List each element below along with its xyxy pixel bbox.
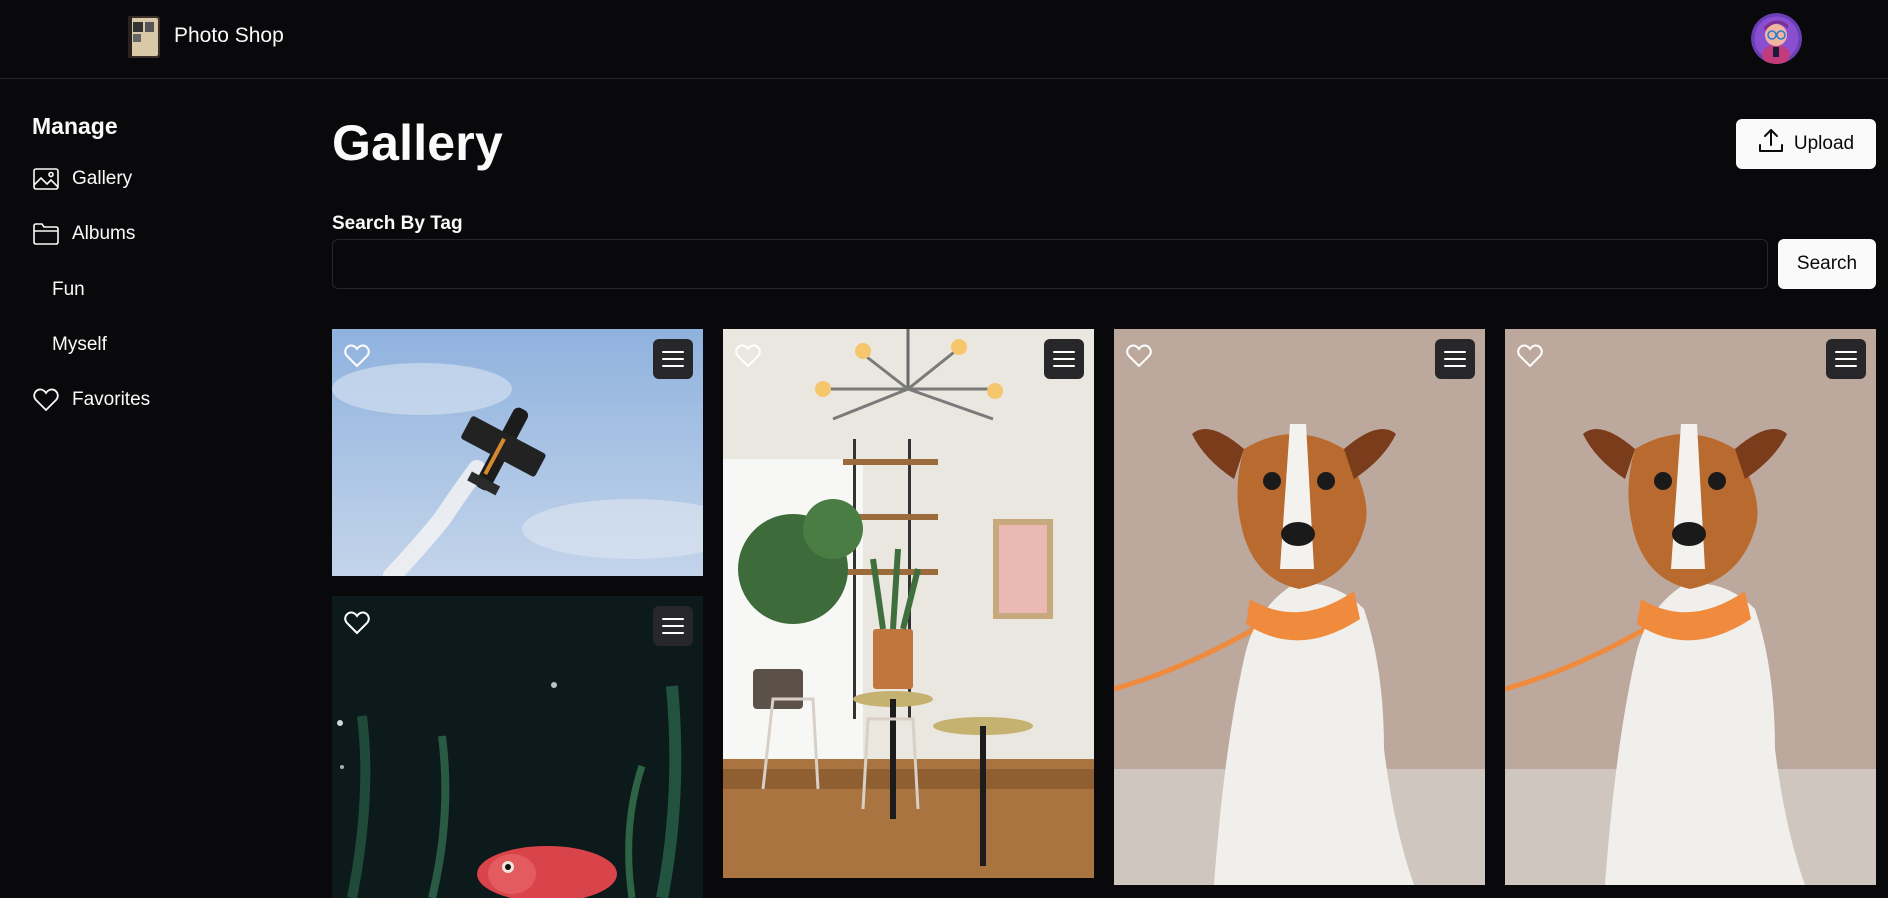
top-bar: Photo Shop xyxy=(0,0,1888,79)
sidebar-item-label: Gallery xyxy=(72,168,133,189)
upload-icon xyxy=(1758,128,1784,160)
page-title: Gallery xyxy=(332,115,503,171)
folder-icon xyxy=(32,221,60,247)
photo-airplane xyxy=(332,329,703,576)
upload-button[interactable]: Upload xyxy=(1736,119,1876,169)
hamburger-icon xyxy=(662,618,684,634)
photo-menu-button[interactable] xyxy=(1435,339,1475,379)
photo-card[interactable] xyxy=(332,596,703,898)
tag-search-input[interactable] xyxy=(332,239,1768,289)
sidebar-item-label: Fun xyxy=(52,279,85,300)
photo-card[interactable] xyxy=(1505,329,1876,885)
photo-menu-button[interactable] xyxy=(1826,339,1866,379)
app-title[interactable]: Photo Shop xyxy=(174,24,284,48)
photo-dog xyxy=(1505,329,1876,885)
photo-cafe-interior xyxy=(723,329,1094,878)
image-icon xyxy=(32,166,60,192)
sidebar-item-favorites[interactable]: Favorites xyxy=(32,383,150,417)
favorite-heart-icon[interactable] xyxy=(1124,341,1154,371)
sidebar-item-label: Favorites xyxy=(72,389,151,410)
photo-card[interactable] xyxy=(723,329,1094,878)
search-button[interactable]: Search xyxy=(1778,239,1876,289)
photo-card[interactable] xyxy=(1114,329,1485,885)
photo-menu-button[interactable] xyxy=(653,606,693,646)
photo-menu-button[interactable] xyxy=(1044,339,1084,379)
sidebar-item-albums[interactable]: Albums xyxy=(32,217,135,251)
photo-menu-button[interactable] xyxy=(653,339,693,379)
hamburger-icon xyxy=(1444,351,1466,367)
favorite-heart-icon[interactable] xyxy=(733,341,763,371)
sidebar-item-album-fun[interactable]: Fun xyxy=(52,273,85,307)
upload-label: Upload xyxy=(1793,133,1855,154)
heart-icon xyxy=(32,387,60,413)
photo-album-logo-icon[interactable] xyxy=(124,14,162,60)
favorite-heart-icon[interactable] xyxy=(342,341,372,371)
photo-dog xyxy=(1114,329,1485,885)
hamburger-icon xyxy=(662,351,684,367)
photo-fish xyxy=(332,596,703,898)
search-label: Search By Tag xyxy=(332,213,463,234)
favorite-heart-icon[interactable] xyxy=(1515,341,1545,371)
hamburger-icon xyxy=(1053,351,1075,367)
sidebar-item-gallery[interactable]: Gallery xyxy=(32,162,132,196)
sidebar-heading: Manage xyxy=(32,113,118,139)
sidebar-item-label: Myself xyxy=(52,334,107,355)
hamburger-icon xyxy=(1835,351,1857,367)
sidebar-item-label: Albums xyxy=(72,223,136,244)
user-avatar[interactable] xyxy=(1751,13,1802,64)
sidebar-item-album-myself[interactable]: Myself xyxy=(52,328,107,362)
favorite-heart-icon[interactable] xyxy=(342,608,372,638)
photo-card[interactable] xyxy=(332,329,703,576)
